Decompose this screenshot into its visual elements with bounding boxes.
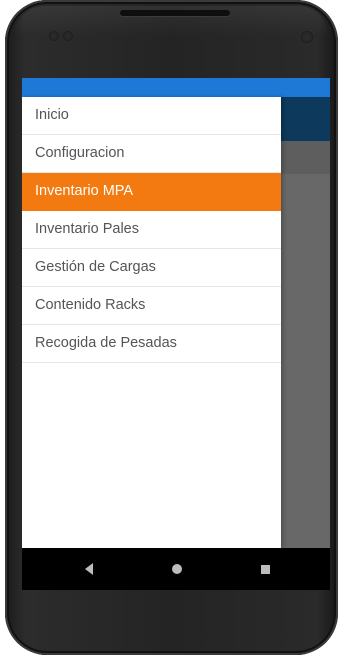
back-button[interactable] bbox=[64, 548, 114, 590]
light-sensor bbox=[63, 31, 73, 41]
menu-item-gestion-cargas[interactable]: Gestión de Cargas bbox=[22, 249, 281, 287]
home-circle-icon bbox=[172, 564, 182, 574]
menu-item-configuracion[interactable]: Configuracion bbox=[22, 135, 281, 173]
menu-item-recogida-pesadas[interactable]: Recogida de Pesadas bbox=[22, 325, 281, 363]
recents-square-icon bbox=[260, 564, 270, 574]
front-camera bbox=[301, 31, 313, 43]
navigation-drawer: Inicio Configuracion Inventario MPA Inve… bbox=[22, 97, 281, 548]
proximity-sensor bbox=[49, 31, 59, 41]
menu-item-inventario-mpa[interactable]: Inventario MPA bbox=[22, 173, 281, 211]
earpiece-speaker bbox=[120, 10, 230, 16]
system-navigation-bar bbox=[22, 548, 330, 590]
menu-item-contenido-racks[interactable]: Contenido Racks bbox=[22, 287, 281, 325]
menu-item-inventario-pales[interactable]: Inventario Pales bbox=[22, 211, 281, 249]
status-bar bbox=[22, 78, 330, 97]
device-screen: Inicio Configuracion Inventario MPA Inve… bbox=[22, 78, 330, 590]
home-button[interactable] bbox=[152, 548, 202, 590]
back-triangle-icon bbox=[85, 563, 93, 575]
recents-button[interactable] bbox=[240, 548, 290, 590]
menu-item-inicio[interactable]: Inicio bbox=[22, 97, 281, 135]
